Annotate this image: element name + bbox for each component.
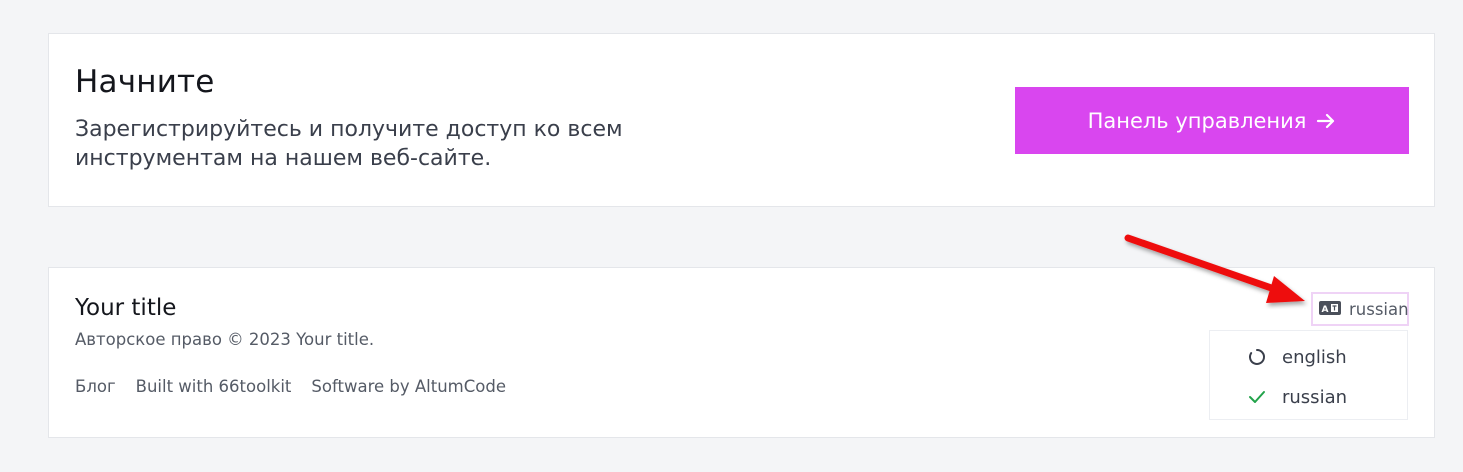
dashboard-button[interactable]: Панель управления xyxy=(1015,87,1409,154)
arrow-right-icon xyxy=(1316,111,1336,131)
cta-description: Зарегистрируйтесь и получите доступ ко в… xyxy=(75,117,623,171)
footer-links: Блог Built with 66toolkit Software by Al… xyxy=(75,377,506,396)
footer-link-software-by[interactable]: Software by AltumCode xyxy=(311,377,506,396)
current-language-label: russian xyxy=(1349,299,1409,319)
cta-title: Начните xyxy=(75,64,215,100)
language-dropdown: english russian xyxy=(1209,330,1408,420)
footer: Your title Авторское право © 2023 Your t… xyxy=(48,267,1435,438)
language-option-label: english xyxy=(1282,346,1347,368)
svg-text:A: A xyxy=(1322,305,1329,315)
language-switcher-button[interactable]: A russian xyxy=(1311,292,1409,326)
copyright-text: Авторское право © 2023 Your title. xyxy=(75,330,375,349)
check-icon xyxy=(1244,390,1270,404)
circle-loading-icon xyxy=(1244,348,1270,366)
footer-link-blog[interactable]: Блог xyxy=(75,377,116,396)
dashboard-button-label: Панель управления xyxy=(1087,108,1307,133)
site-title[interactable]: Your title xyxy=(75,295,176,321)
language-option-russian[interactable]: russian xyxy=(1210,377,1407,417)
get-started-card: Начните Зарегистрируйтесь и получите дос… xyxy=(48,33,1435,207)
language-icon: A xyxy=(1319,300,1341,319)
footer-link-built-with[interactable]: Built with 66toolkit xyxy=(136,377,292,396)
language-option-english[interactable]: english xyxy=(1210,337,1407,377)
language-option-label: russian xyxy=(1282,386,1348,408)
